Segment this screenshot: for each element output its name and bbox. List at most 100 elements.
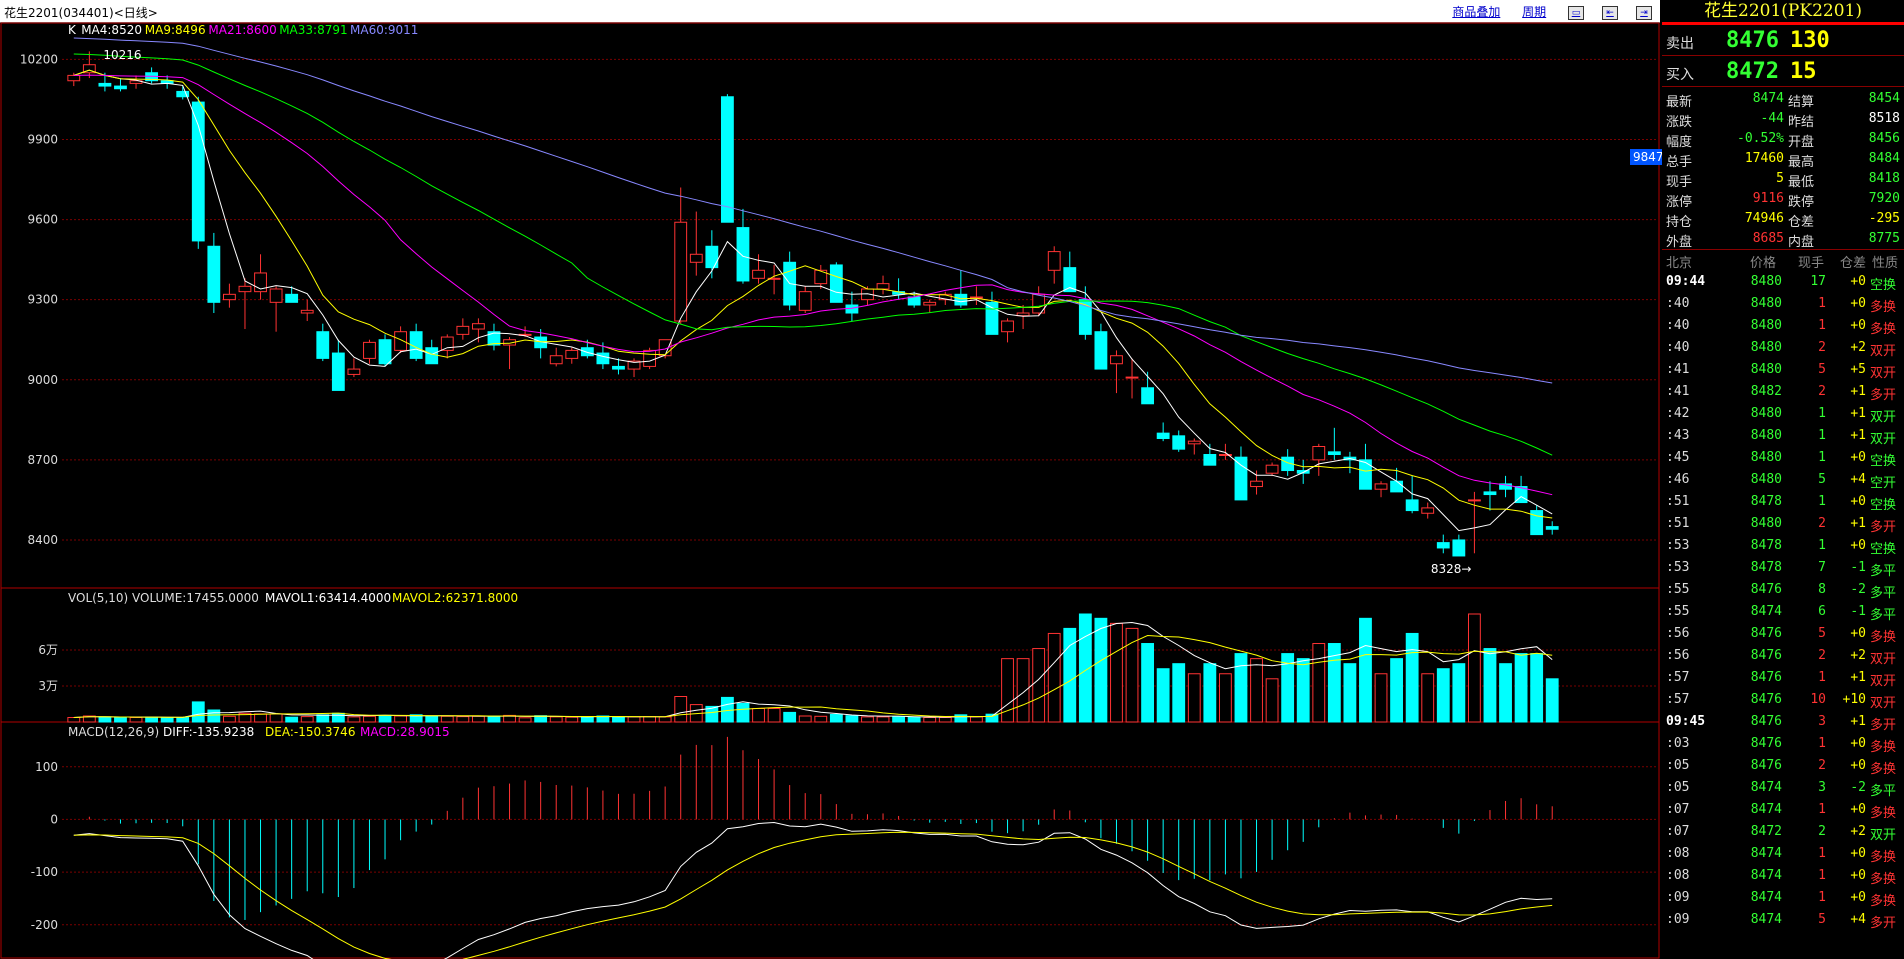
overlay-link[interactable]: 商品叠加 (1452, 5, 1500, 19)
volume-bar (1094, 617, 1108, 723)
volume-bar (923, 717, 937, 723)
candle-body (798, 291, 812, 311)
volume-bar (269, 713, 283, 723)
stat-row: 幅度 -0.52% 开盘 8456 (1666, 131, 1900, 150)
candle-body (1452, 539, 1466, 557)
volume-bar (316, 714, 330, 723)
kline-chart[interactable]: 10200990096009300900087008400K MA4:8520 MA… (0, 22, 1660, 959)
candle-body (954, 293, 968, 306)
candle-body (1545, 526, 1559, 530)
tick-row: :40 8480 2 +2 双开 (1666, 340, 1897, 359)
candle-body (829, 264, 843, 303)
volume-bar (394, 715, 408, 723)
tick-row: :55 8476 8 -2 多平 (1666, 582, 1897, 601)
y-tick-label: 100 (35, 760, 58, 774)
layout-icon[interactable]: ▭ (1568, 5, 1584, 20)
legend-label: MA33:8791 (279, 23, 347, 37)
buy-price: 8472 (1726, 59, 1779, 84)
tick-row: :45 8480 1 +0 空换 (1666, 450, 1897, 469)
volume-bar (1187, 673, 1201, 723)
volume-bar (938, 717, 952, 723)
diff-line (73, 821, 1553, 959)
tick-row: :57 8476 1 +1 双开 (1666, 670, 1897, 689)
volume-bar (518, 717, 532, 723)
volume-bar (363, 715, 376, 723)
candle-body (316, 331, 330, 359)
legend-label: MA4:8520 (81, 23, 142, 37)
candle-body (1436, 542, 1450, 549)
volume-bar (627, 716, 641, 723)
candle-body (347, 368, 361, 375)
candle-body (394, 331, 408, 351)
candle-body (1327, 451, 1341, 456)
volume-bar (207, 709, 221, 723)
tick-row: :53 8478 7 -1 多平 (1666, 560, 1897, 579)
legend-label: MA9:8496 (145, 23, 206, 37)
volume-bar (783, 711, 797, 723)
candle-body (331, 352, 345, 391)
stat-row: 外盘 8685 内盘 8775 (1666, 231, 1900, 250)
stat-row: 持仓 74946 仓差 -295 (1666, 211, 1900, 230)
candle-body (565, 349, 579, 359)
volume-bar (565, 716, 579, 723)
candle-body (425, 347, 439, 365)
candle-body (1172, 435, 1186, 450)
y-tick-label: 9900 (27, 132, 58, 146)
volume-bar (1452, 663, 1466, 723)
macd-frame (0, 721, 1660, 959)
tick-row: :43 8480 1 +1 双开 (1666, 428, 1897, 447)
volume-bar (191, 701, 205, 723)
volume-bar (674, 696, 688, 723)
y-tick-label: 9300 (27, 293, 58, 307)
buy-volume: 15 (1790, 59, 1817, 84)
volume-bar (907, 716, 921, 723)
volume-bar (549, 716, 563, 723)
candle-body (114, 85, 127, 90)
volume-bar (580, 716, 594, 723)
high-price-label: 10216 (103, 48, 141, 62)
volume-bar (658, 716, 672, 723)
legend-label: K (68, 23, 77, 37)
y-tick-label: 0 (50, 812, 58, 826)
sell-row: 卖出 8476 130 (1662, 25, 1904, 56)
tick-row: :40 8480 1 +0 多换 (1666, 296, 1897, 315)
candle-body (378, 339, 392, 365)
candle-body (1001, 320, 1014, 333)
candle-body (1094, 331, 1108, 370)
candle-body (752, 269, 765, 279)
volume-bar (378, 714, 392, 723)
stat-row: 最新 8474 结算 8454 (1666, 91, 1900, 110)
volume-bar (347, 716, 361, 723)
volume-bar (1156, 668, 1170, 723)
stat-row: 现手 5 最低 8418 (1666, 171, 1900, 190)
candle-body (643, 349, 657, 367)
candle-body (238, 285, 252, 293)
legend-label: VOL(5,10) VOLUME:17455.0000 (68, 591, 259, 605)
candle-body (1125, 376, 1139, 379)
volume-bar (736, 702, 750, 723)
candle-body (689, 253, 703, 263)
volume-bar (954, 714, 968, 723)
volume-bar (1063, 627, 1077, 723)
volume-bar (1250, 658, 1263, 723)
candle-body (440, 336, 454, 351)
minimize-icon[interactable]: ⇤ (1602, 5, 1618, 20)
restore-icon[interactable]: ⇥ (1636, 5, 1652, 20)
tick-list[interactable]: 09:44 8480 17 +0 空换:40 8480 1 +0 多换:40 8480 1 +0 多换:… (1662, 270, 1904, 931)
cycle-link[interactable]: 周期 (1522, 5, 1546, 19)
volume-bar (440, 715, 454, 723)
volume-bar (114, 717, 127, 723)
tick-row: :46 8480 5 +4 空开 (1666, 472, 1897, 491)
volume-bar (487, 715, 501, 723)
candle-body (1483, 491, 1497, 496)
dea-line (73, 831, 1553, 959)
legend-label: DEA:-150.3746 (265, 725, 355, 739)
volume-bar (456, 716, 470, 723)
legend-label: MAVOL1:63414.4000 (265, 591, 391, 605)
candle-body (1374, 483, 1388, 490)
y-tick-label: -100 (31, 865, 58, 879)
y-tick-label: 10200 (20, 52, 58, 66)
volume-bar (845, 715, 859, 723)
tick-row: :51 8480 2 +1 多开 (1666, 516, 1897, 535)
stat-row: 涨停 9116 跌停 7920 (1666, 191, 1900, 210)
